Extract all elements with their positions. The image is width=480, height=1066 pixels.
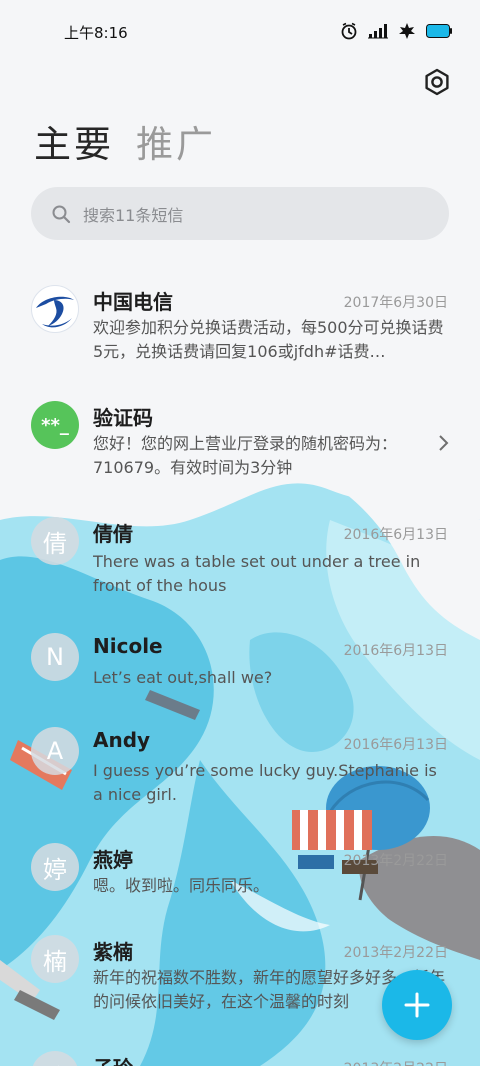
sender-name: 倩倩 xyxy=(93,522,133,546)
message-preview: 您好！您的网上营业厅登录的随机密码为：710679。有效时间为3分钟 xyxy=(93,434,398,477)
message-preview: 欢迎参加积分兑换话费活动，每500分可兑换话费5元，兑换话费请回复106或jfd… xyxy=(93,318,444,361)
search-input[interactable]: 搜索11条短信 xyxy=(31,187,449,240)
china-telecom-logo-icon xyxy=(33,287,77,331)
chevron-right-icon[interactable] xyxy=(436,434,450,452)
sender-name: 验证码 xyxy=(93,406,153,430)
tab-primary[interactable]: 主要 xyxy=(34,120,114,170)
status-bar: 上午8:16 xyxy=(0,0,480,62)
sender-name: 子玲 xyxy=(93,1052,133,1066)
leaf-icon xyxy=(399,23,415,39)
tab-promotions[interactable]: 推广 xyxy=(136,120,216,170)
avatar: A xyxy=(31,727,79,775)
gear-icon xyxy=(425,68,449,96)
status-time: 上午8:16 xyxy=(64,24,128,42)
message-date: 2016年6月13日 xyxy=(343,737,448,753)
list-item[interactable]: **_ 验证码 您好！您的网上营业厅登录的随机密码为：710679。有效时间为3… xyxy=(0,396,480,506)
sender-name: Nicole xyxy=(93,634,163,658)
message-date: 2013年2月22日 xyxy=(344,1058,448,1066)
message-preview: There was a table set out under a tree i… xyxy=(93,552,421,595)
avatar: 婷 xyxy=(31,843,79,891)
avatar: **_ xyxy=(31,401,79,449)
message-preview: Let’s eat out,shall we? xyxy=(93,668,273,687)
search-placeholder: 搜索11条短信 xyxy=(83,205,184,225)
avatar: N xyxy=(31,633,79,681)
message-date: 2016年6月13日 xyxy=(343,527,448,543)
signal-icon xyxy=(368,24,388,39)
message-date: 2013年2月22日 xyxy=(343,945,448,961)
message-date: 2016年6月13日 xyxy=(343,643,448,659)
battery-icon xyxy=(426,24,452,38)
sender-name: 中国电信 xyxy=(93,290,173,314)
list-item[interactable]: 中国电信 2017年6月30日 欢迎参加积分兑换话费活动，每500分可兑换话费5… xyxy=(0,280,480,390)
list-item[interactable]: 玲 子玲 2013年2月22日 xyxy=(0,1046,480,1066)
search-icon xyxy=(52,205,71,223)
avatar: 楠 xyxy=(31,935,79,983)
alarm-icon xyxy=(341,22,357,40)
avatar xyxy=(31,285,79,333)
sender-name: 紫楠 xyxy=(93,940,133,964)
sender-name: Andy xyxy=(93,728,151,752)
sender-name: 燕婷 xyxy=(93,848,133,872)
message-date: 2017年6月30日 xyxy=(343,295,448,311)
message-date: 2013年2月22日 xyxy=(343,853,448,869)
message-preview: 嗯。收到啦。同乐同乐。 xyxy=(93,876,270,895)
avatar: 倩 xyxy=(31,517,79,565)
list-item[interactable]: A Andy 2016年6月13日 I guess you’re some lu… xyxy=(0,722,480,832)
message-preview: I guess you’re some lucky guy.Stephanie … xyxy=(93,761,437,804)
new-message-button[interactable] xyxy=(382,970,452,1040)
tab-bar: 主要 推广 xyxy=(34,120,216,170)
avatar: 玲 xyxy=(31,1051,79,1066)
list-item[interactable]: 倩 倩倩 2016年6月13日 There was a table set ou… xyxy=(0,512,480,622)
plus-icon xyxy=(404,992,430,1018)
status-icons xyxy=(340,20,452,42)
settings-button[interactable] xyxy=(422,67,452,97)
